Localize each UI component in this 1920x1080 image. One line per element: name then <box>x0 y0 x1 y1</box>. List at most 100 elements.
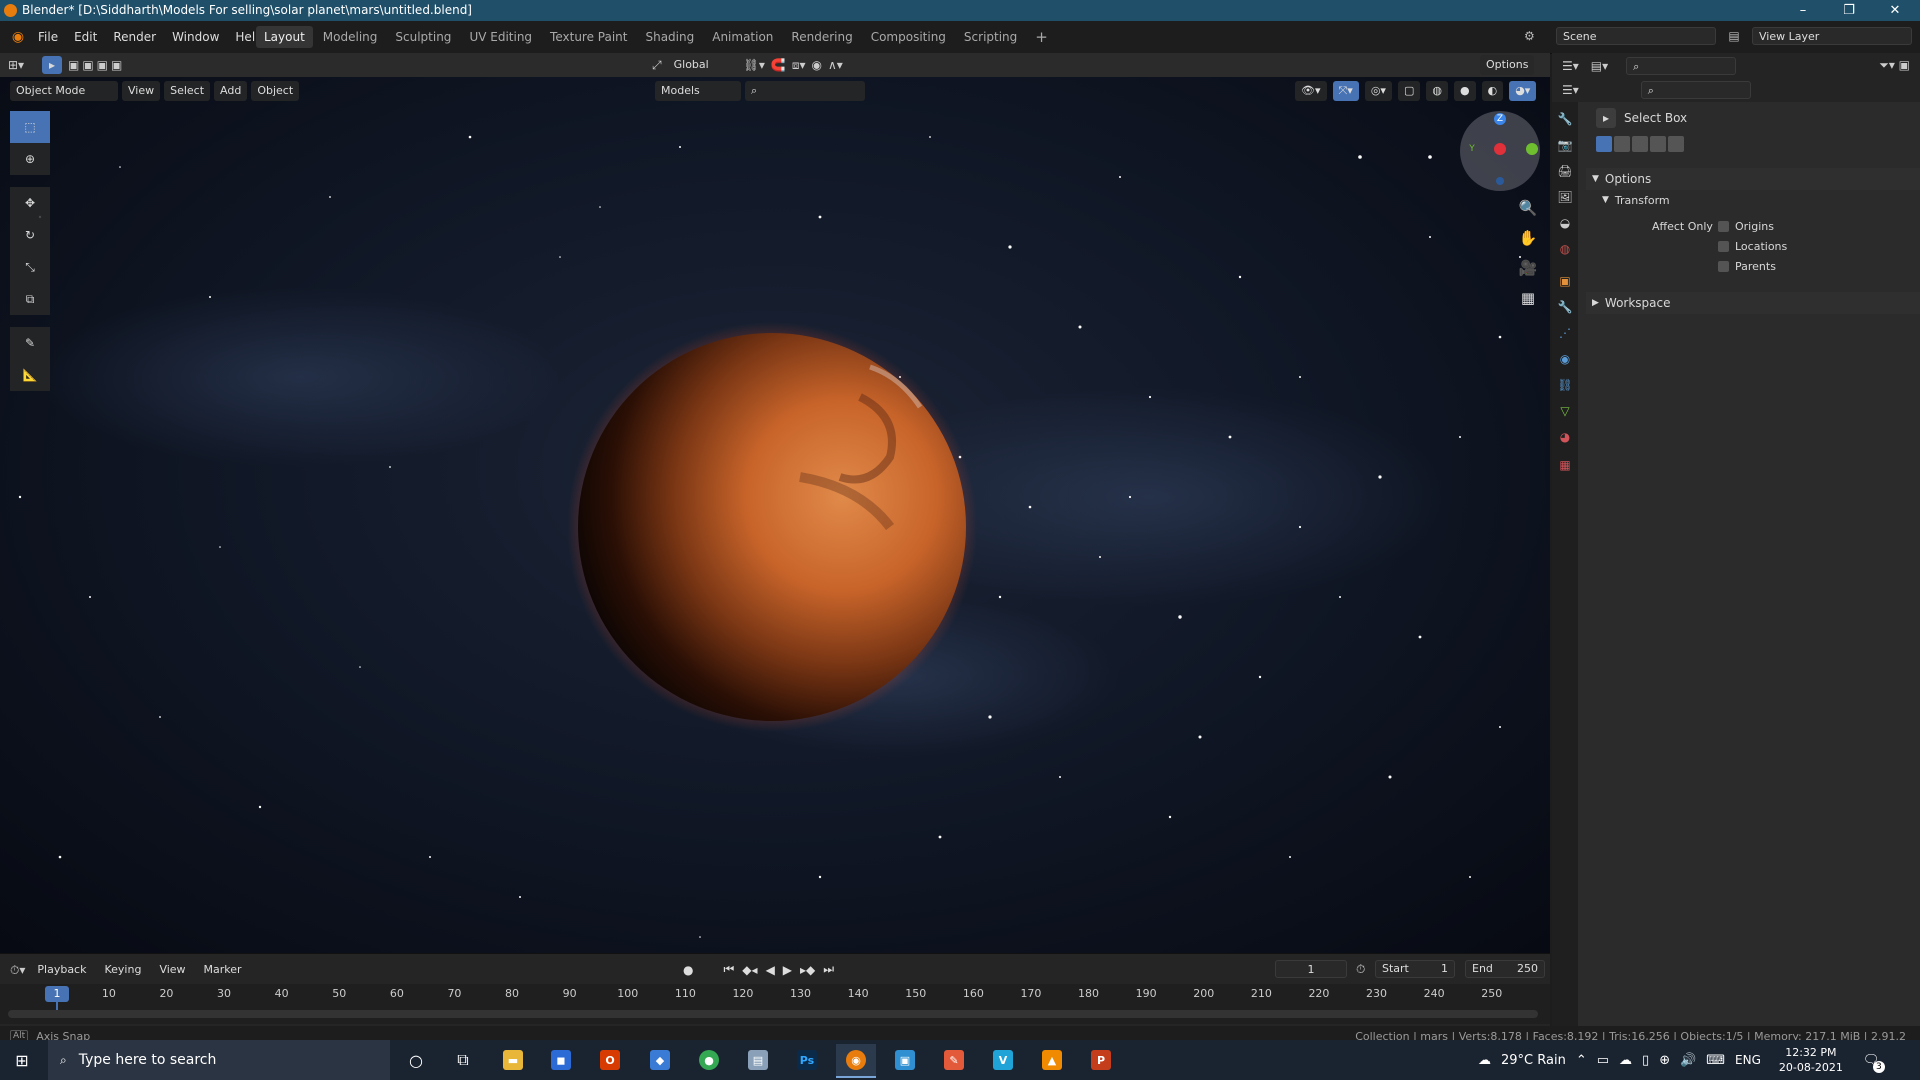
app-icon[interactable]: ▣ <box>885 1044 925 1076</box>
add-workspace-button[interactable]: + <box>1027 26 1056 48</box>
gizmo-neg-y-label[interactable]: Y <box>1466 143 1478 155</box>
gizmo-neg-z-axis[interactable] <box>1496 177 1504 185</box>
tab-uv-editing[interactable]: UV Editing <box>461 26 540 48</box>
3d-viewport[interactable]: Object Mode View Select Add Object Model… <box>0 77 1550 953</box>
viewport-menu-object[interactable]: Object <box>251 81 300 101</box>
mode-extend-icon[interactable] <box>1614 136 1630 152</box>
next-keyframe-icon[interactable]: ▸◆ <box>800 963 815 977</box>
menu-file[interactable]: File <box>30 26 66 48</box>
timeline-menu-keying[interactable]: Keying <box>98 960 147 980</box>
gizmo-toggle-icon[interactable]: ⤧▾ <box>1332 81 1359 101</box>
jump-end-icon[interactable]: ⏭ <box>823 962 834 977</box>
clock[interactable]: 12:32 PM 20-08-2021 <box>1779 1045 1843 1075</box>
select-mode-icons[interactable]: ▣▣▣▣ <box>68 58 125 72</box>
falloff-icon[interactable]: ∧▾ <box>828 58 843 72</box>
timeline-ruler[interactable]: 1 10 20 30 40 50 60 70 80 90 100 110 120 130 140 150 160… <box>0 984 1550 1024</box>
rotate-tool[interactable]: ↻ <box>10 219 50 251</box>
tab-texture-paint[interactable]: Texture Paint <box>542 26 635 48</box>
parents-checkbox[interactable]: Parents <box>1718 256 1787 276</box>
notifications-icon[interactable]: 🗨 3 <box>1863 1053 1885 1073</box>
clock-icon[interactable]: ⏱ <box>1356 962 1365 977</box>
overlay-icon[interactable]: ◎▾ <box>1364 81 1392 101</box>
view-layer-icon[interactable]: ▤ <box>1720 29 1748 43</box>
texture-tab-icon[interactable]: ▦ <box>1556 456 1574 474</box>
close-button[interactable]: ✕ <box>1872 0 1918 21</box>
transform-tool[interactable]: ⧉ <box>10 283 50 315</box>
camera-view-icon[interactable]: 🎥 <box>1515 255 1541 281</box>
object-tab-icon[interactable]: ▣ <box>1556 272 1574 290</box>
scene-icon[interactable]: ⚙ <box>1524 29 1552 43</box>
record-icon[interactable]: ● <box>683 963 693 977</box>
restore-button[interactable]: ❐ <box>1826 0 1872 21</box>
tray-chevron-icon[interactable]: ⌃ <box>1576 1053 1587 1068</box>
prev-keyframe-icon[interactable]: ◆◂ <box>742 963 757 977</box>
tab-layout[interactable]: Layout <box>256 26 313 48</box>
proportional-edit-icon[interactable]: ◉ <box>811 58 821 72</box>
visibility-icon[interactable]: 👁▾ <box>1295 81 1327 101</box>
locations-checkbox[interactable]: Locations <box>1718 236 1787 256</box>
snap-target-icon[interactable]: ⧈▾ <box>792 58 806 73</box>
render-tab-icon[interactable]: 📷 <box>1556 136 1574 154</box>
tool-tab-icon[interactable]: 🔧 <box>1556 110 1574 128</box>
viewport-search-field[interactable]: ⌕ <box>745 81 865 101</box>
orientation-dropdown[interactable]: Global <box>667 56 738 74</box>
annotate-tool[interactable]: ✎ <box>10 327 50 359</box>
mode-dropdown[interactable]: Object Mode <box>10 81 118 101</box>
viewport-menu-select[interactable]: Select <box>164 81 211 101</box>
play-icon[interactable]: ▶ <box>783 963 792 977</box>
outliner-search-field[interactable]: ⌕ <box>1626 56 1737 75</box>
timeline-scrollbar[interactable] <box>8 1010 1538 1018</box>
menu-window[interactable]: Window <box>164 26 227 48</box>
taskbar-search-box[interactable]: ⌕ Type here to search <box>48 1040 390 1080</box>
tab-rendering[interactable]: Rendering <box>783 26 860 48</box>
checkbox-box[interactable] <box>1718 220 1729 232</box>
blender-menu-icon[interactable]: ◉ <box>6 29 30 45</box>
particles-tab-icon[interactable]: ⋰ <box>1556 324 1574 342</box>
timeline-menu-playback[interactable]: Playback <box>31 960 92 980</box>
properties-search-field[interactable]: ⌕ <box>1640 81 1751 99</box>
data-tab-icon[interactable]: ▽ <box>1556 402 1574 420</box>
app-icon[interactable]: ◆ <box>640 1044 680 1076</box>
tab-animation[interactable]: Animation <box>704 26 781 48</box>
store-icon[interactable]: ◼ <box>541 1044 581 1076</box>
measure-tool[interactable]: 📐 <box>10 359 50 391</box>
view-layer-field[interactable]: View Layer <box>1752 27 1912 45</box>
view-layer-tab-icon[interactable]: 🖼 <box>1556 188 1574 206</box>
material-tab-icon[interactable]: ◕ <box>1556 428 1574 446</box>
battery-icon[interactable]: ▯ <box>1642 1053 1649 1068</box>
tab-shading[interactable]: Shading <box>637 26 702 48</box>
timeline-editor-icon[interactable]: ⏱▾ <box>10 963 25 978</box>
tab-compositing[interactable]: Compositing <box>863 26 954 48</box>
scene-tab-icon[interactable]: ◒ <box>1556 214 1574 232</box>
modifier-tab-icon[interactable]: 🔧 <box>1556 298 1574 316</box>
world-tab-icon[interactable]: ◍ <box>1556 240 1574 258</box>
minimize-button[interactable]: – <box>1780 0 1826 21</box>
office-icon[interactable]: O <box>590 1044 630 1076</box>
current-frame-field[interactable]: 1 <box>1275 960 1347 978</box>
app-icon[interactable]: V <box>983 1044 1023 1076</box>
cortana-icon[interactable]: ○ <box>396 1044 436 1076</box>
tab-modeling[interactable]: Modeling <box>315 26 386 48</box>
options-dropdown[interactable]: Options <box>1480 55 1535 75</box>
keyboard-icon[interactable]: ⌨ <box>1706 1053 1725 1068</box>
viewport-menu-view[interactable]: View <box>122 81 161 101</box>
tab-scripting[interactable]: Scripting <box>956 26 1025 48</box>
navigation-gizmo[interactable]: Z Y <box>1460 111 1540 191</box>
snap-icon[interactable]: 🧲 <box>771 58 786 72</box>
constraints-tab-icon[interactable]: ⛓ <box>1556 376 1574 394</box>
xray-icon[interactable]: ▢ <box>1397 81 1421 101</box>
material-shading-icon[interactable]: ◐ <box>1481 81 1504 101</box>
mode-intersect-icon[interactable] <box>1668 136 1684 152</box>
options-panel-header[interactable]: ▼ Options <box>1586 168 1920 190</box>
volume-icon[interactable]: 🔊 <box>1680 1053 1696 1068</box>
outliner-editor-icon[interactable]: ☰▾ <box>1562 59 1579 73</box>
gizmo-z-axis[interactable]: Z <box>1494 113 1506 125</box>
cursor-tool[interactable]: ⊕ <box>10 143 50 175</box>
weather-icon[interactable]: ☁ <box>1478 1053 1491 1068</box>
display-mode-icon[interactable]: ▤▾ <box>1591 59 1608 73</box>
timeline-menu-view[interactable]: View <box>153 960 191 980</box>
powerpoint-icon[interactable]: P <box>1081 1044 1121 1076</box>
app-icon[interactable]: ▤ <box>738 1044 778 1076</box>
jump-start-icon[interactable]: ⏮ <box>723 962 734 977</box>
photoshop-icon[interactable]: Ps <box>787 1044 827 1076</box>
